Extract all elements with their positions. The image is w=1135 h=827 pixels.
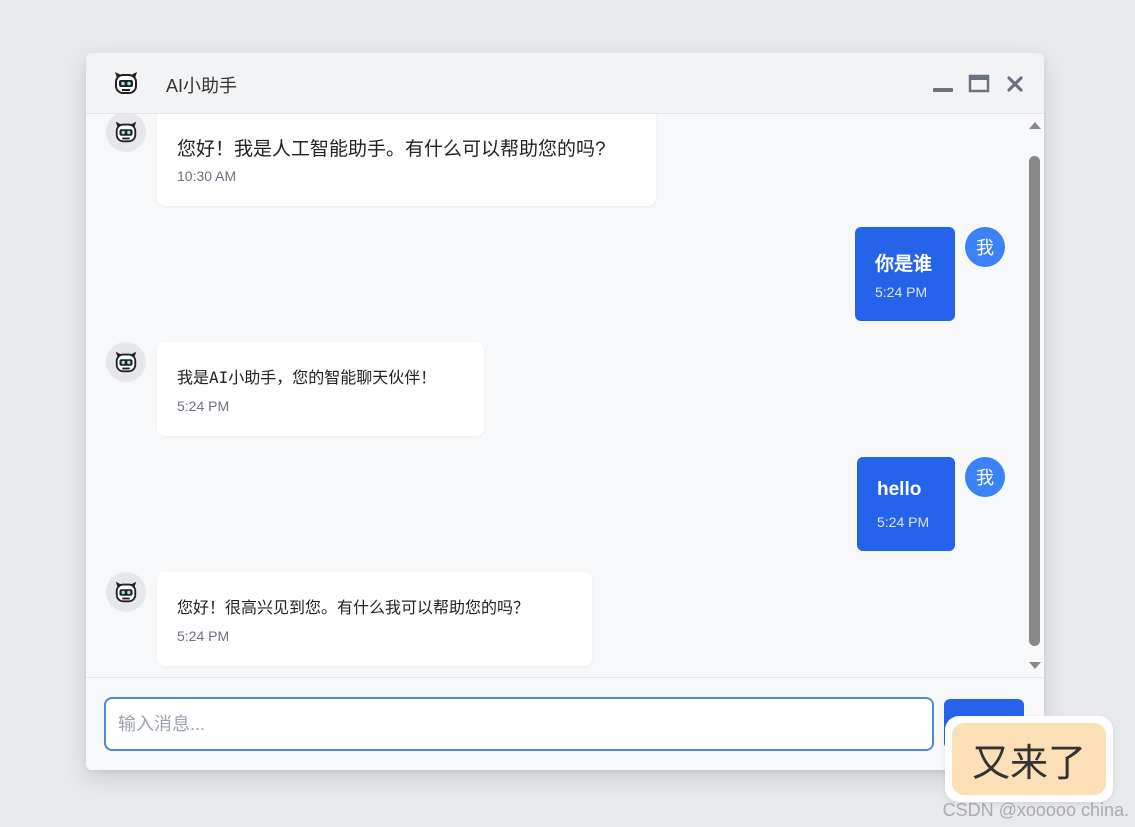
user-message-bubble: hello 5:24 PM xyxy=(857,457,955,551)
ai-avatar xyxy=(106,342,146,382)
scroll-up-arrow-icon[interactable] xyxy=(1029,122,1041,129)
maximize-icon xyxy=(968,74,990,93)
sticker-overlay: 又来了 xyxy=(945,716,1113,802)
chat-window: AI小助手 您好！我是人工智能助手。有什么可以帮助您的吗? 10:30 AM 你… xyxy=(86,53,1044,770)
robot-icon xyxy=(115,351,137,373)
message-time: 5:24 PM xyxy=(877,514,930,530)
ai-avatar xyxy=(106,572,146,612)
window-controls xyxy=(932,71,1026,97)
watermark: CSDN @xooooo china. xyxy=(942,800,1129,820)
user-message-bubble: 你是谁 5:24 PM xyxy=(855,227,955,321)
user-avatar: 我 xyxy=(965,457,1005,497)
robot-icon xyxy=(115,72,137,94)
message-time: 5:24 PM xyxy=(875,284,928,300)
message-list[interactable]: 您好！我是人工智能助手。有什么可以帮助您的吗? 10:30 AM 你是谁 5:2… xyxy=(86,114,1026,677)
message-input[interactable] xyxy=(104,697,934,751)
message-text: 您好！很高兴见到您。有什么我可以帮助您的吗？ xyxy=(177,598,530,617)
robot-icon xyxy=(115,121,137,143)
close-button[interactable] xyxy=(1004,73,1026,95)
message-text: 我是AI小助手，您的智能聊天伙伴！ xyxy=(177,368,437,387)
maximize-button[interactable] xyxy=(968,73,990,95)
robot-icon xyxy=(115,581,137,603)
message-text: 你是谁 xyxy=(875,254,933,275)
message-scrollbar[interactable] xyxy=(1026,114,1044,677)
window-title: AI小助手 xyxy=(166,76,238,96)
ai-avatar xyxy=(106,114,146,152)
user-avatar: 我 xyxy=(965,227,1005,267)
minimize-icon xyxy=(933,88,953,92)
scrollbar-thumb[interactable] xyxy=(1029,156,1040,646)
ai-message-bubble: 您好！我是人工智能助手。有什么可以帮助您的吗? 10:30 AM xyxy=(157,114,656,206)
message-time: 5:24 PM xyxy=(177,398,230,414)
sticker-text: 又来了 xyxy=(952,723,1106,795)
ai-message-bubble: 我是AI小助手，您的智能聊天伙伴！ 5:24 PM xyxy=(157,342,484,436)
minimize-button[interactable] xyxy=(932,73,954,95)
message-text: 您好！我是人工智能助手。有什么可以帮助您的吗? xyxy=(177,139,606,160)
title-bar: AI小助手 xyxy=(86,53,1044,114)
scroll-down-arrow-icon[interactable] xyxy=(1029,662,1041,669)
message-time: 10:30 AM xyxy=(177,168,237,184)
message-text: hello xyxy=(877,479,922,500)
ai-message-bubble: 您好！很高兴见到您。有什么我可以帮助您的吗？ 5:24 PM xyxy=(157,572,592,666)
close-icon xyxy=(1007,76,1023,92)
input-area: 发送 xyxy=(86,677,1044,770)
message-time: 5:24 PM xyxy=(177,628,230,644)
